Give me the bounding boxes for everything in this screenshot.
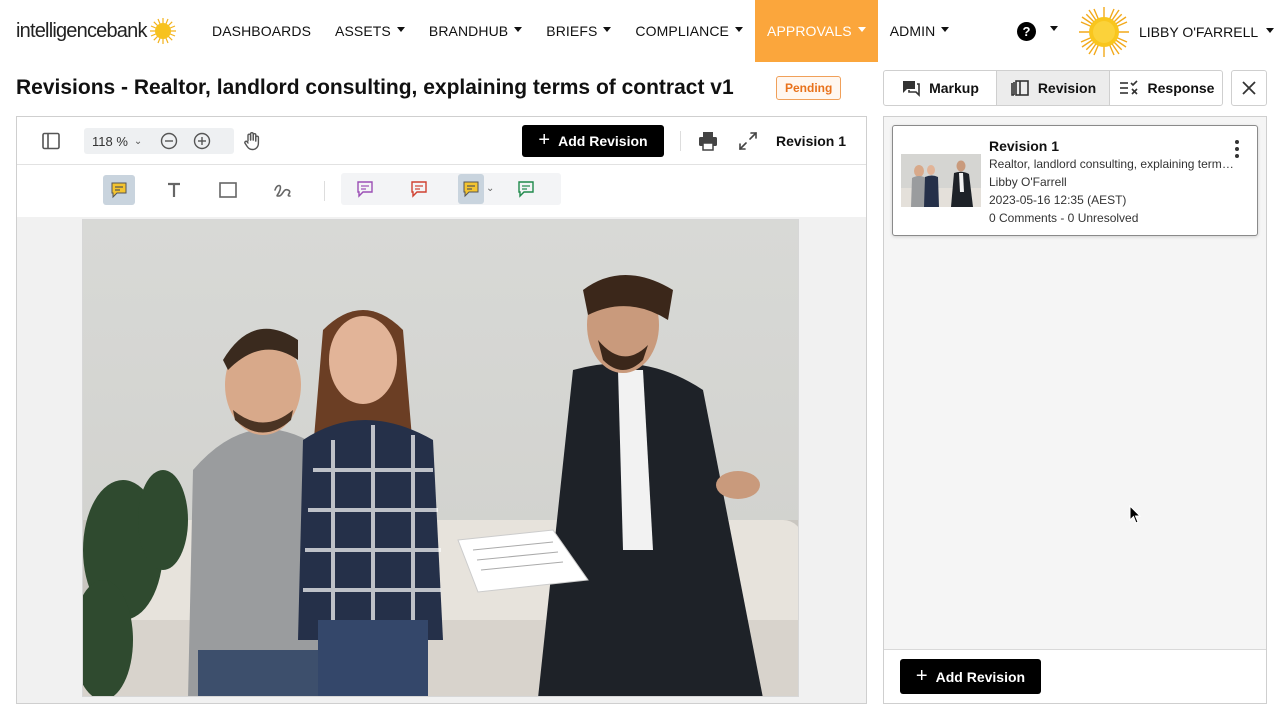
text-icon [168, 182, 180, 197]
top-navbar: intelligencebank DASHBOARDS ASSETS BRAND… [0, 0, 1280, 62]
nav-label: APPROVALS [767, 23, 852, 39]
revision-title: Revision 1 [989, 138, 1060, 154]
nav-approvals[interactable]: APPROVALS [755, 0, 878, 62]
revision-panel: Revision 1 Realtor, landlord consulting,… [883, 116, 1267, 704]
response-checklist-icon [1119, 80, 1138, 95]
comment-yellow-tool[interactable] [458, 174, 484, 204]
more-options-icon[interactable] [1227, 140, 1247, 158]
tab-response[interactable]: Response [1110, 71, 1222, 105]
markup-chat-icon [903, 81, 920, 97]
status-badge: Pending [776, 76, 842, 100]
fullscreen-icon[interactable] [737, 130, 759, 152]
user-name: LIBBY O'FARRELL [1139, 24, 1259, 40]
nav-dashboards[interactable]: DASHBOARDS [200, 0, 323, 62]
panel-footer: + Add Revision [884, 649, 1266, 703]
comment-icon [411, 181, 427, 198]
comment-purple-tool[interactable] [349, 174, 381, 204]
note-icon [111, 182, 127, 199]
caret-down-icon [735, 26, 743, 32]
add-revision-label: Add Revision [935, 668, 1026, 685]
add-revision-label: Add Revision [558, 133, 648, 149]
revision-stats: 0 Comments - 0 Unresolved [989, 211, 1139, 225]
nav-brandhub[interactable]: BRANDHUB [417, 0, 534, 62]
help-icon: ? [1017, 22, 1036, 41]
revision-description: Realtor, landlord consulting, explaining… [989, 157, 1239, 171]
help-menu[interactable]: ? [1017, 22, 1058, 41]
comment-icon [518, 181, 534, 198]
caret-down-icon [396, 26, 405, 32]
comment-icon [463, 181, 479, 198]
nav-briefs[interactable]: BRIEFS [534, 0, 623, 62]
caret-down-icon [1050, 26, 1058, 31]
annotation-toolbar: ⌄ [17, 165, 866, 217]
mouse-cursor-icon [1129, 505, 1142, 524]
divider [324, 181, 325, 201]
add-revision-button[interactable]: + Add Revision [522, 125, 664, 157]
revision-thumbnail [901, 154, 981, 207]
print-icon[interactable] [697, 130, 719, 152]
nav-assets[interactable]: ASSETS [323, 0, 417, 62]
nav-admin[interactable]: ADMIN [878, 0, 962, 62]
page-title: Revisions - Realtor, landlord consulting… [16, 76, 734, 99]
nav-label: COMPLIANCE [635, 23, 729, 39]
current-revision-label: Revision 1 [776, 133, 847, 149]
nav-label: BRANDHUB [428, 23, 509, 39]
zoom-level[interactable]: 118 % [92, 134, 128, 149]
caret-down-icon [941, 26, 950, 32]
pan-hand-icon[interactable] [241, 130, 263, 152]
viewer-toolbar: 118 % ⌄ + Add Revision Revision 1 [17, 117, 866, 165]
revision-date: 2023-05-16 12:35 (AEST) [989, 193, 1127, 207]
brand-logo[interactable]: intelligencebank [16, 14, 177, 48]
zoom-out-icon[interactable] [160, 132, 178, 150]
rectangle-tool[interactable] [212, 175, 244, 205]
comment-red-tool[interactable] [403, 174, 435, 204]
plus-icon: + [538, 129, 551, 151]
tab-markup[interactable]: Markup [884, 71, 997, 105]
zoom-control: 118 % ⌄ [84, 128, 234, 154]
avatar [1079, 7, 1129, 57]
photo-realtor-consulting-couple [83, 220, 798, 696]
tab-label: Response [1147, 80, 1215, 96]
panel-tabs: Markup Revision Response [883, 70, 1223, 106]
zoom-in-icon[interactable] [193, 132, 211, 150]
divider [680, 131, 681, 151]
close-button[interactable] [1231, 70, 1267, 106]
tab-label: Revision [1037, 80, 1097, 96]
nav-compliance[interactable]: COMPLIANCE [623, 0, 755, 62]
chevron-down-icon[interactable]: ⌄ [134, 136, 142, 147]
comment-green-tool[interactable] [510, 174, 542, 204]
brand-name: intelligencebank [16, 19, 147, 42]
caret-down-icon [603, 26, 612, 32]
text-tool[interactable] [158, 175, 190, 205]
user-menu[interactable]: LIBBY O'FARRELL [1078, 6, 1275, 58]
rectangle-icon [219, 182, 237, 198]
plus-icon: + [915, 664, 928, 687]
revision-pages-icon [1011, 80, 1029, 96]
freehand-icon [274, 184, 291, 197]
revision-author: Libby O'Farrell [989, 175, 1067, 189]
comment-tool-group: ⌄ [341, 173, 561, 205]
caret-down-icon [514, 26, 523, 32]
main-menu: DASHBOARDS ASSETS BRANDHUB BRIEFS COMPLI… [200, 0, 961, 62]
document-canvas[interactable] [82, 219, 799, 697]
freehand-tool[interactable] [266, 175, 298, 205]
close-icon [1242, 81, 1256, 95]
note-tool[interactable] [103, 175, 135, 205]
add-revision-button[interactable]: + Add Revision [900, 659, 1041, 694]
nav-label: ASSETS [335, 23, 391, 39]
document-viewer: 118 % ⌄ + Add Revision Revision 1 ⌄ [16, 116, 867, 704]
nav-label: ADMIN [889, 23, 936, 39]
tab-revision[interactable]: Revision [997, 71, 1110, 105]
comment-icon [357, 181, 373, 198]
sun-logo-icon [149, 18, 176, 44]
nav-label: BRIEFS [546, 23, 598, 39]
chevron-down-icon[interactable]: ⌄ [486, 183, 494, 194]
revision-card[interactable]: Revision 1 Realtor, landlord consulting,… [892, 125, 1258, 236]
sidebar-toggle-icon[interactable] [41, 131, 61, 151]
caret-down-icon [857, 26, 866, 32]
caret-down-icon [1266, 27, 1275, 33]
tab-label: Markup [929, 80, 979, 96]
nav-label: DASHBOARDS [212, 23, 312, 39]
